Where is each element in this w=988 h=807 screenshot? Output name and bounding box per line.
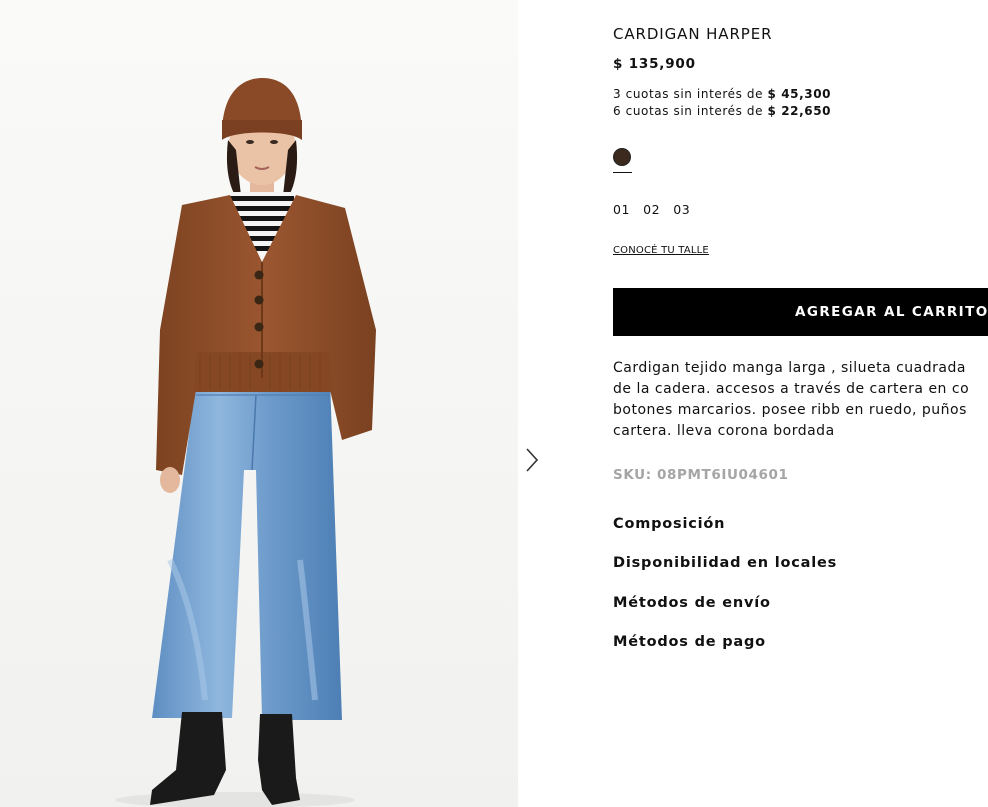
accordion-envio[interactable]: Métodos de envío [613, 595, 771, 611]
product-sku: SKU: 08PMT6IU04601 [613, 467, 789, 483]
size-guide-link[interactable]: CONOCÉ TU TALLE [613, 245, 709, 256]
product-description: Cardigan tejido manga larga , silueta cu… [613, 358, 988, 442]
description-line: cartera. lleva corona bordada [613, 423, 835, 439]
add-to-cart-label: AGREGAR AL CARRITO [795, 304, 988, 320]
product-title: CARDIGAN HARPER [613, 25, 773, 43]
chevron-right-icon [526, 448, 539, 472]
installment-6-text: 6 cuotas sin interés de [613, 104, 768, 118]
installment-6-amount: $ 22,650 [767, 104, 832, 118]
accordion-disponibilidad[interactable]: Disponibilidad en locales [613, 555, 837, 571]
product-price: $ 135,900 [613, 56, 696, 72]
accordion-pago[interactable]: Métodos de pago [613, 634, 766, 650]
accordion-composicion[interactable]: Composición [613, 516, 725, 532]
size-option-02[interactable]: 02 [643, 202, 660, 217]
swatch-selected-indicator [613, 172, 632, 173]
installment-3: 3 cuotas sin interés de $ 45,300 [613, 87, 831, 101]
description-line: Cardigan tejido manga larga , silueta cu… [613, 360, 966, 376]
model-photo [0, 0, 518, 807]
size-selector: 01 02 03 [613, 202, 690, 217]
gallery-next-arrow[interactable] [520, 445, 544, 475]
product-details: CARDIGAN HARPER $ 135,900 3 cuotas sin i… [613, 0, 988, 807]
description-line: botones marcarios. posee ribb en ruedo, … [613, 402, 967, 418]
description-line: de la cadera. accesos a través de carter… [613, 381, 970, 397]
color-swatch[interactable] [613, 148, 633, 174]
product-image [0, 0, 518, 807]
add-to-cart-button[interactable]: AGREGAR AL CARRITO [613, 288, 988, 336]
size-option-03[interactable]: 03 [673, 202, 690, 217]
installment-3-amount: $ 45,300 [767, 87, 832, 101]
installment-3-text: 3 cuotas sin interés de [613, 87, 768, 101]
size-option-01[interactable]: 01 [613, 202, 630, 217]
installment-6: 6 cuotas sin interés de $ 22,650 [613, 104, 831, 118]
color-swatch-dot [613, 148, 631, 166]
